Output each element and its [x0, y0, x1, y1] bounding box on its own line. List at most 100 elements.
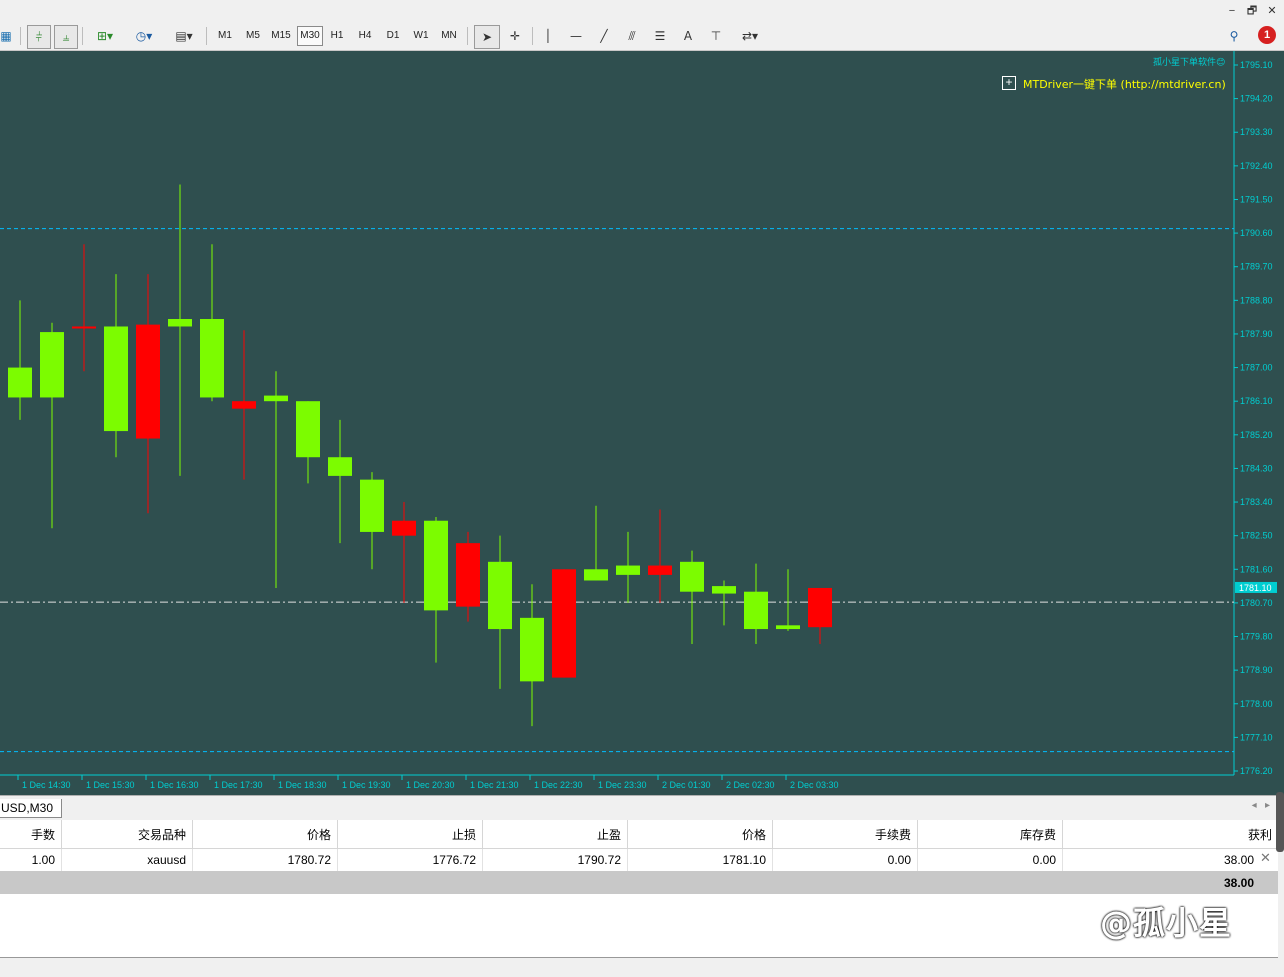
tf-m5[interactable]: M5: [241, 27, 265, 45]
candle-body: [520, 617, 544, 682]
vertical-scrollbar[interactable]: [1276, 792, 1284, 852]
arrows-icon[interactable]: ⇄▾: [734, 25, 766, 47]
price-label: 1786.10: [1240, 396, 1273, 406]
time-label: 1 Dec 21:30: [470, 780, 519, 790]
price-label: 1782.50: [1240, 531, 1273, 541]
cell-profit: 38.00: [1223, 853, 1254, 867]
candle-body: [648, 565, 672, 575]
minimize-button[interactable]: −: [1222, 3, 1242, 19]
price-label: 1794.20: [1240, 94, 1273, 104]
cell-stop-loss: 1776.72: [337, 848, 483, 871]
tf-mn[interactable]: MN: [437, 27, 461, 45]
tf-w1[interactable]: W1: [409, 27, 433, 45]
candle-body: [616, 565, 640, 575]
cell-symbol: xauusd: [61, 848, 193, 871]
candle-body: [8, 367, 32, 398]
restore-button[interactable]: 🗗: [1242, 3, 1262, 19]
chart-tab-bar: USD,M30 ◂ ▸: [0, 795, 1284, 821]
time-label: 2 Dec 02:30: [726, 780, 775, 790]
time-label: 1 Dec 19:30: [342, 780, 391, 790]
header-swap[interactable]: 库存费: [917, 820, 1063, 849]
text-icon[interactable]: A: [678, 25, 698, 47]
time-label: 1 Dec 23:30: [598, 780, 647, 790]
tf-h4[interactable]: H4: [353, 27, 377, 45]
candle-body: [104, 326, 128, 432]
candle-body: [392, 520, 416, 536]
close-position-icon[interactable]: ✕: [1260, 850, 1271, 866]
equidistant-channel-icon[interactable]: ⫻: [622, 25, 642, 47]
candle-body: [296, 401, 320, 458]
time-label: 2 Dec 01:30: [662, 780, 711, 790]
notification-badge[interactable]: 1: [1258, 26, 1276, 44]
price-label: 1778.00: [1240, 699, 1273, 709]
candle-body: [328, 457, 352, 476]
candle-body: [712, 586, 736, 594]
price-label: 1792.40: [1240, 161, 1273, 171]
terminal-panel: 手数 交易品种 价格 止损 止盈 价格 手续费 库存费 获利 1.00 xauu…: [0, 820, 1278, 958]
price-label: 1787.00: [1240, 363, 1273, 373]
trendline-icon[interactable]: ╱: [594, 25, 614, 47]
bar-chart-icon[interactable]: ⫩: [27, 25, 51, 49]
horizontal-line-icon[interactable]: —: [566, 25, 586, 47]
header-take-profit[interactable]: 止盈: [482, 820, 628, 849]
tab-scroll-arrows[interactable]: ◂ ▸: [1252, 800, 1270, 811]
total-row: 38.00: [0, 871, 1278, 894]
candle-body: [488, 561, 512, 630]
table-row[interactable]: 1.00 xauusd 1780.72 1776.72 1790.72 1781…: [0, 848, 1278, 871]
current-price-tag: 1781.10: [1239, 583, 1272, 593]
vertical-line-icon[interactable]: │: [538, 25, 558, 47]
cell-lots: 1.00: [0, 848, 62, 871]
header-profit[interactable]: 获利: [1062, 820, 1278, 849]
mtdriver-link[interactable]: MTDriver一键下单 (http://mtdriver.cn): [1023, 76, 1226, 92]
new-chart-icon[interactable]: ⊞▾: [90, 25, 120, 47]
price-label: 1788.80: [1240, 295, 1273, 305]
grid-icon[interactable]: ▦: [0, 25, 14, 47]
watermark: @孤小星: [1100, 904, 1233, 942]
tf-h1[interactable]: H1: [325, 27, 349, 45]
candle-body: [360, 479, 384, 532]
price-chart[interactable]: 1795.10 1794.20 1793.30 1792.40 1791.50 1790.…: [0, 51, 1284, 795]
candle-body: [424, 520, 448, 611]
header-current-price[interactable]: 价格: [627, 820, 773, 849]
cursor-icon[interactable]: ➤: [474, 25, 500, 49]
price-label: 1790.60: [1240, 228, 1273, 238]
chart-tab[interactable]: USD,M30: [0, 799, 62, 818]
candle-body: [168, 319, 192, 327]
mtdriver-expand-button[interactable]: +: [1002, 76, 1016, 90]
header-lots[interactable]: 手数: [0, 820, 62, 849]
header-open-price[interactable]: 价格: [192, 820, 338, 849]
chart-canvas: 1795.10 1794.20 1793.30 1792.40 1791.50 1790.…: [0, 51, 1277, 790]
candle-body: [264, 395, 288, 402]
status-bar: [0, 958, 1284, 977]
price-label: 1785.20: [1240, 430, 1273, 440]
price-label: 1777.10: [1240, 732, 1273, 742]
candle-body: [232, 401, 256, 409]
crosshair-icon[interactable]: ✛: [503, 25, 527, 47]
price-label: 1789.70: [1240, 262, 1273, 272]
cell-open-price: 1780.72: [192, 848, 338, 871]
fibonacci-icon[interactable]: ☰: [650, 25, 670, 47]
price-label: 1783.40: [1240, 497, 1273, 507]
candlestick-icon[interactable]: ⫨: [54, 25, 78, 49]
tf-m1[interactable]: M1: [213, 27, 237, 45]
tf-d1[interactable]: D1: [381, 27, 405, 45]
header-symbol[interactable]: 交易品种: [61, 820, 193, 849]
header-stop-loss[interactable]: 止损: [337, 820, 483, 849]
candle-body: [72, 326, 96, 329]
cell-swap: 0.00: [917, 848, 1063, 871]
tf-m15[interactable]: M15: [269, 27, 293, 45]
template-icon[interactable]: ▤▾: [167, 25, 201, 47]
search-icon[interactable]: ⚲: [1224, 25, 1244, 47]
time-label: 2 Dec 03:30: [790, 780, 839, 790]
header-commission[interactable]: 手续费: [772, 820, 918, 849]
clock-icon[interactable]: ◷▾: [127, 25, 161, 47]
title-bar: − 🗗 ✕: [0, 0, 1284, 22]
candle-body: [584, 569, 608, 581]
close-window-button[interactable]: ✕: [1262, 3, 1282, 19]
text-label-icon[interactable]: ⊤: [706, 25, 726, 47]
time-label: 1 Dec 14:30: [22, 780, 71, 790]
candle-body: [808, 587, 832, 628]
time-label: 1 Dec 18:30: [278, 780, 327, 790]
tf-m30[interactable]: M30: [297, 26, 323, 46]
trade-table: 手数 交易品种 价格 止损 止盈 价格 手续费 库存费 获利 1.00 xauu…: [0, 820, 1278, 894]
